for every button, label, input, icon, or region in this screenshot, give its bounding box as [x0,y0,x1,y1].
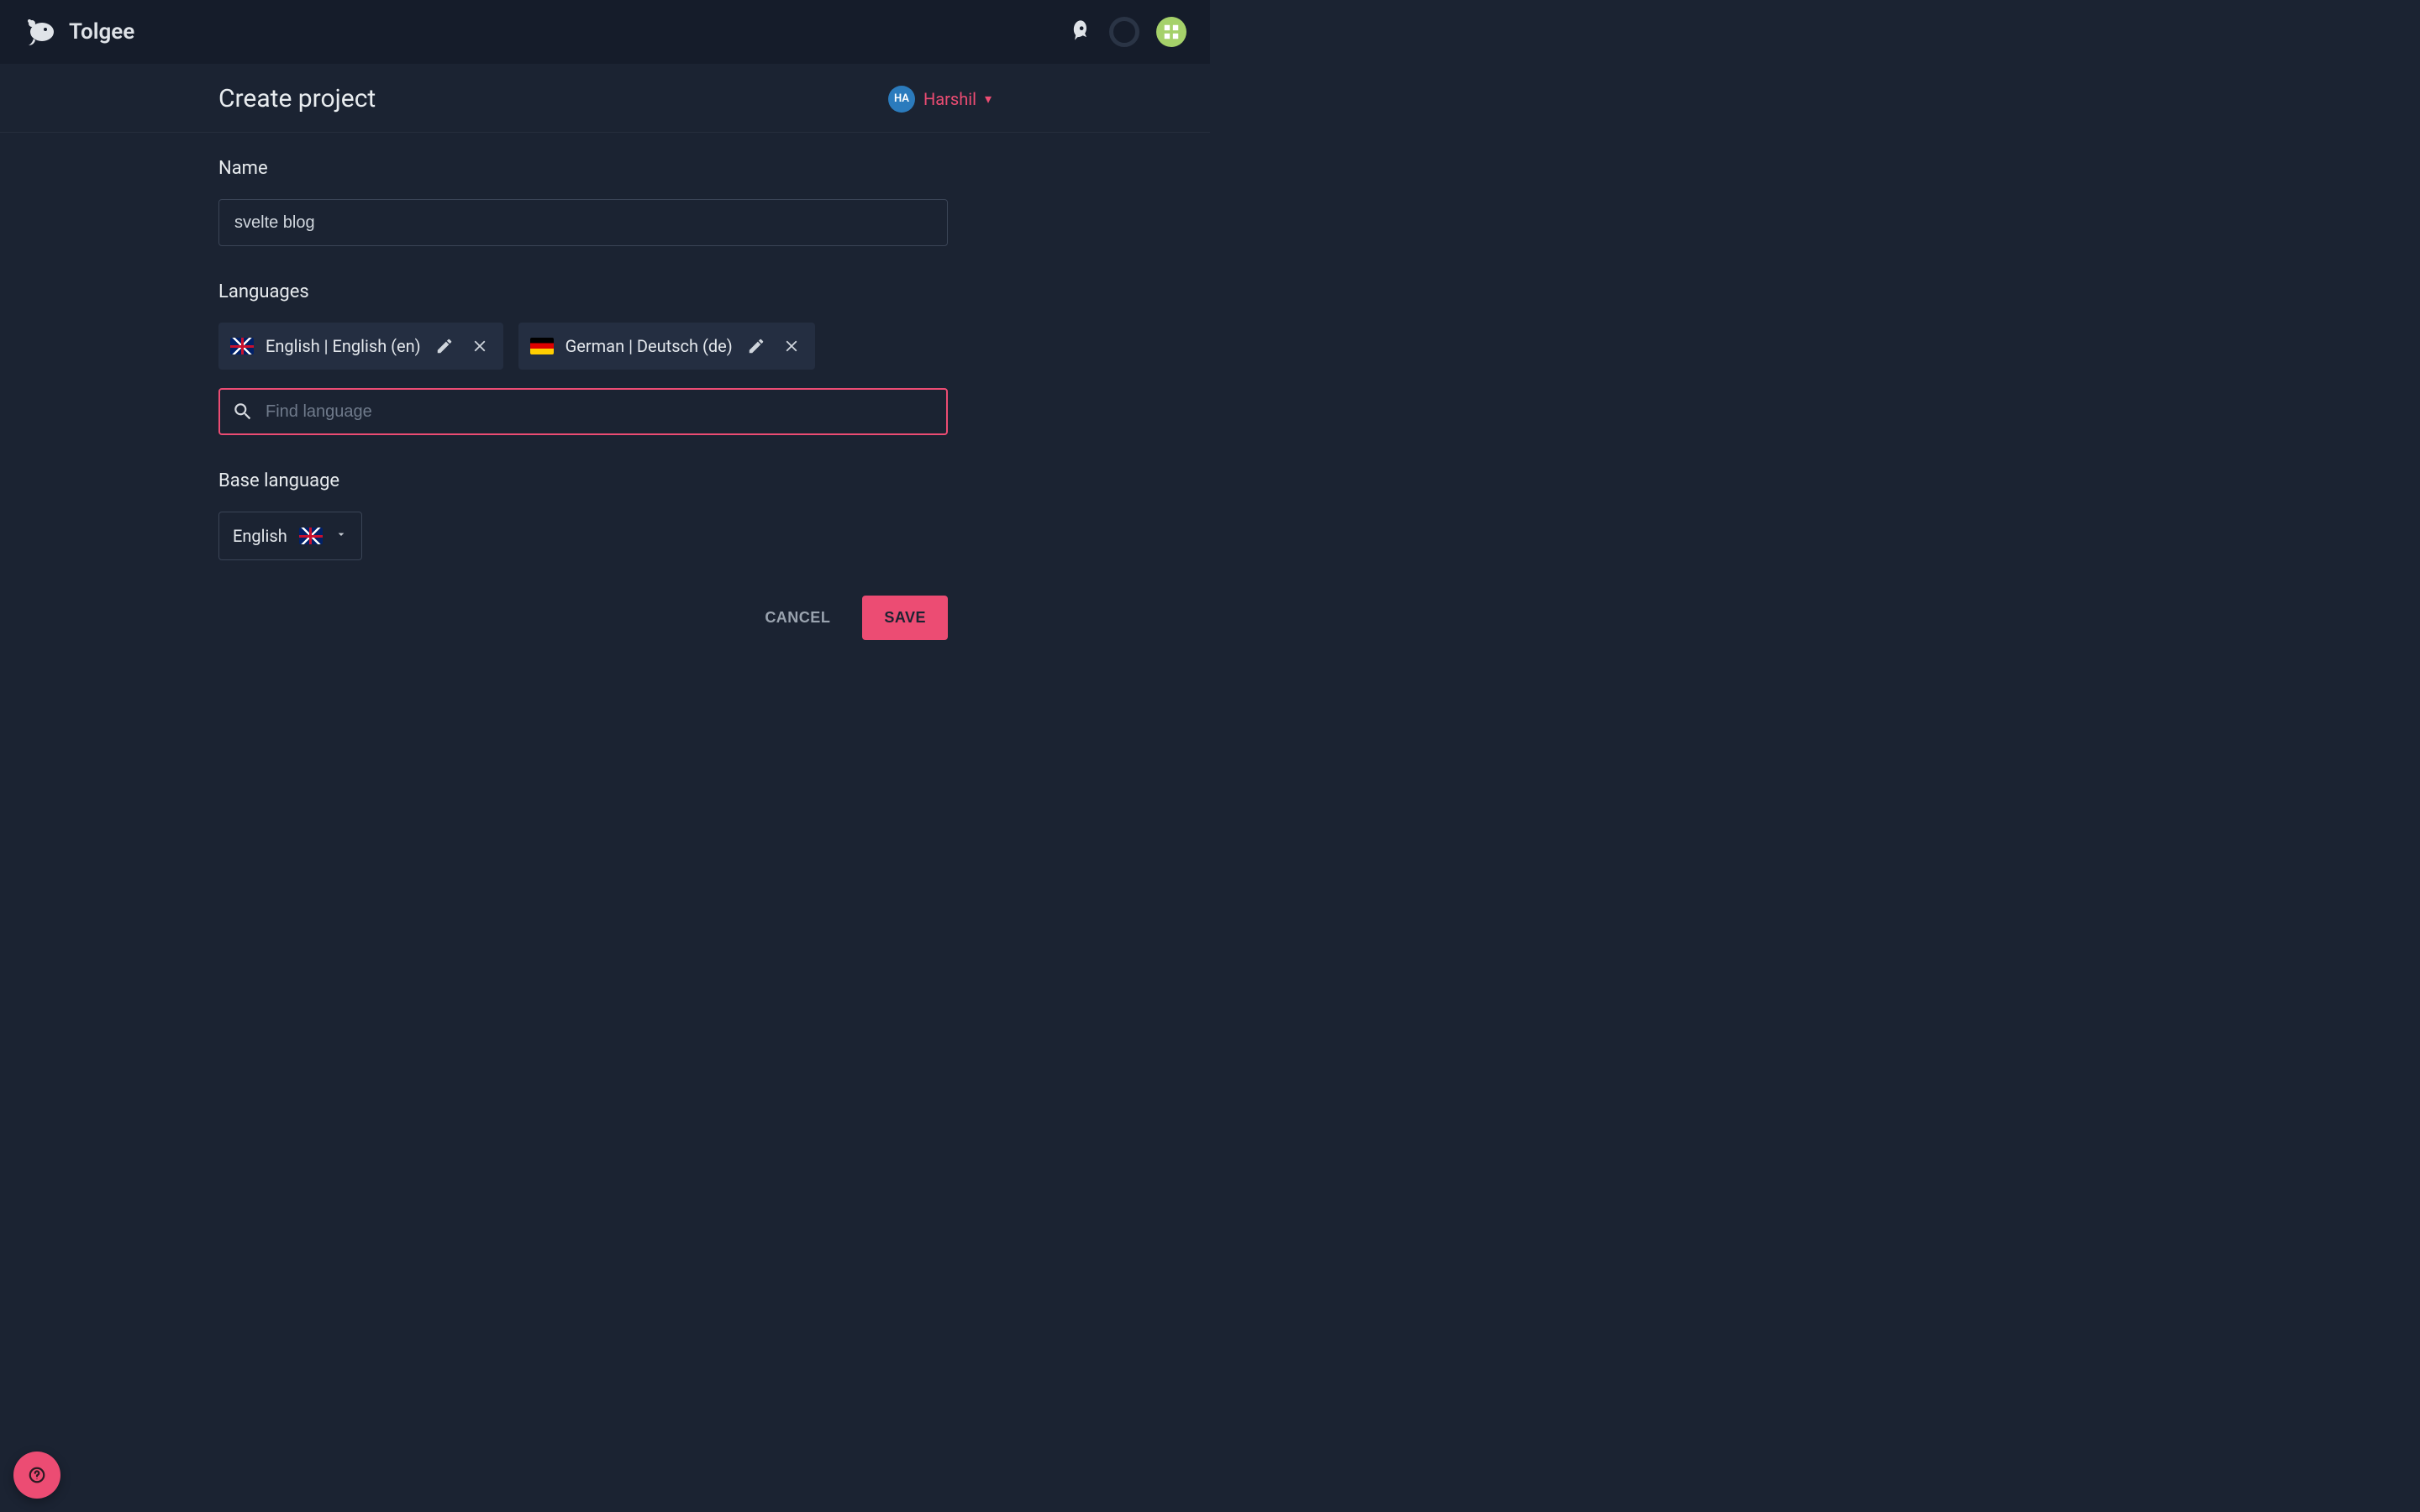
user-avatar[interactable] [1156,17,1186,47]
page-header: Create project HA Harshil ▾ [0,64,1210,133]
name-label: Name [218,158,992,179]
owner-avatar: HA [888,86,915,113]
form-actions: CANCEL SAVE [218,596,948,640]
flag-uk-icon [230,338,254,354]
close-icon [471,337,489,355]
search-icon [232,401,254,423]
create-project-form: Name Languages English | English (en) [0,133,1210,640]
edit-language-button[interactable] [744,334,768,358]
language-chip-label: German | Deutsch (de) [566,336,733,356]
help-icon [28,1466,46,1484]
project-name-input[interactable] [218,199,948,246]
remove-language-button[interactable] [468,334,492,358]
pencil-icon [435,337,454,355]
languages-row: English | English (en) German | Deutsch … [218,323,992,370]
languages-section: Languages English | English (en) German … [218,281,992,435]
language-chip-label: English | English (en) [266,336,421,356]
rocket-icon[interactable] [1069,18,1092,45]
language-chip-german: German | Deutsch (de) [518,323,815,370]
brand-name: Tolgee [69,19,134,45]
name-section: Name [218,158,992,246]
chevron-down-icon [334,528,348,544]
base-language-value: English [233,526,287,546]
owner-name: Harshil [923,89,976,109]
remove-language-button[interactable] [780,334,803,358]
owner-selector[interactable]: HA Harshil ▾ [888,86,992,113]
base-language-section: Base language English [218,470,992,560]
language-chip-english: English | English (en) [218,323,503,370]
close-icon [782,337,801,355]
cancel-button[interactable]: CANCEL [756,596,839,640]
flag-uk-icon [299,528,323,544]
tolgee-logo-icon [24,15,57,49]
flag-de-icon [530,338,554,354]
find-language-box[interactable] [218,388,948,435]
save-button[interactable]: SAVE [862,596,948,640]
page: Create project HA Harshil ▾ Name Languag… [0,64,1210,640]
progress-ring-icon[interactable] [1109,17,1139,47]
base-language-select[interactable]: English [218,512,362,560]
find-language-input[interactable] [266,402,934,422]
brand[interactable]: Tolgee [24,15,134,49]
page-title: Create project [218,84,376,113]
header-right [1069,17,1186,47]
help-fab[interactable] [13,1452,60,1499]
edit-language-button[interactable] [433,334,456,358]
chevron-down-icon: ▾ [985,91,992,107]
pencil-icon [747,337,765,355]
base-language-label: Base language [218,470,992,491]
languages-label: Languages [218,281,992,302]
app-header: Tolgee [0,0,1210,64]
